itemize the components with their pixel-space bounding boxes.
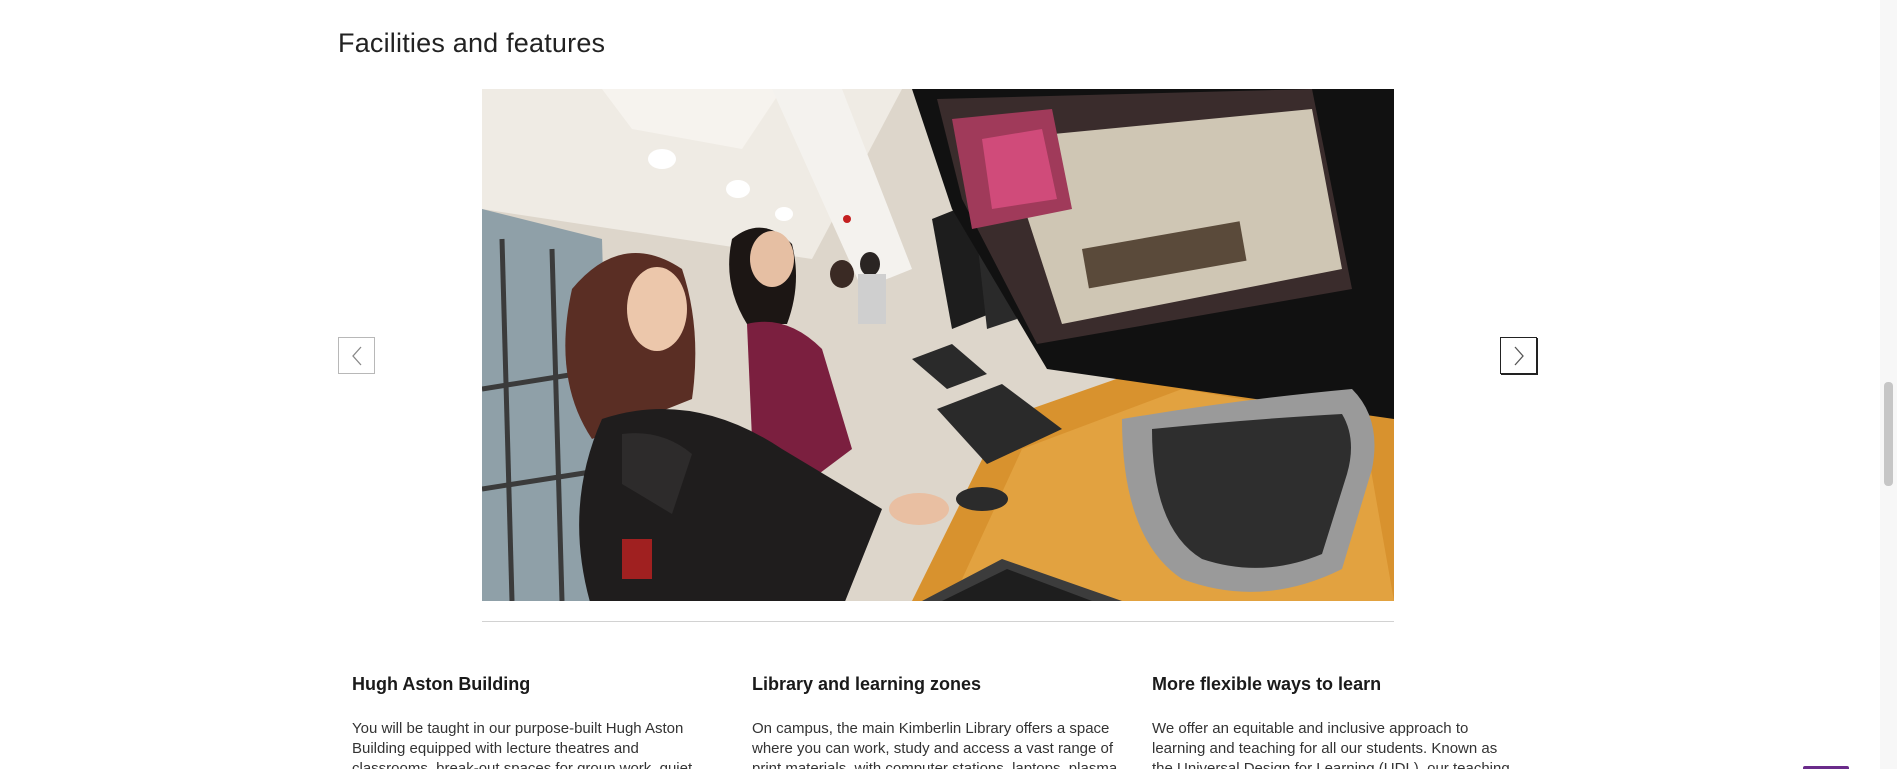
library-photo — [482, 89, 1394, 601]
feature-title: Hugh Aston Building — [352, 674, 531, 694]
section-divider — [482, 621, 1394, 622]
feature-title: More flexible ways to learn — [1152, 674, 1382, 694]
section-title: Facilities and features — [338, 28, 606, 58]
carousel-image — [482, 89, 1394, 601]
feature-flexible-learning: More flexible ways to learn We offer an … — [1152, 672, 1522, 769]
carousel-prev-button[interactable] — [338, 337, 375, 374]
page-scrollbar[interactable] — [1880, 0, 1897, 769]
feature-library: Library and learning zones On campus, th… — [752, 672, 1122, 769]
feature-hugh-aston: Hugh Aston Building You will be taught i… — [352, 672, 722, 769]
page: Facilities and features Hugh Aston Build… — [0, 0, 1897, 769]
feature-text: On campus, the main Kimberlin Library of… — [752, 720, 1118, 769]
chevron-left-icon — [351, 346, 361, 365]
scrollbar-thumb[interactable] — [1884, 382, 1893, 486]
feature-title: Library and learning zones — [752, 674, 982, 694]
feature-text: We offer an equitable and inclusive appr… — [1152, 720, 1510, 769]
feature-text: You will be taught in our purpose-built … — [352, 720, 693, 769]
chevron-right-icon — [1514, 346, 1524, 365]
carousel-next-button[interactable] — [1500, 337, 1537, 374]
